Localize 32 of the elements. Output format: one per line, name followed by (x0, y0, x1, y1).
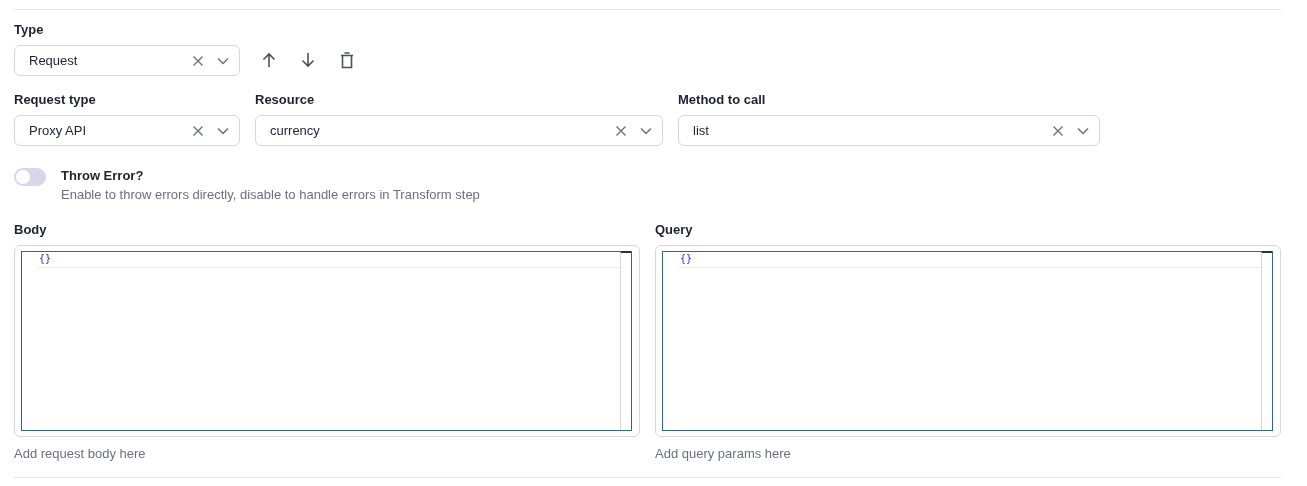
select-field[interactable]: list (678, 115, 1100, 146)
field-label: Method to call (678, 92, 767, 107)
help-text: Add request body here (14, 446, 147, 461)
clear-icon[interactable] (615, 124, 627, 137)
code-line: {} (38, 252, 620, 268)
code-editor[interactable]: {} (14, 245, 640, 437)
clear-icon[interactable] (192, 124, 204, 137)
select-field[interactable]: Proxy API (14, 115, 240, 146)
arrow-up-icon[interactable] (262, 52, 276, 68)
clear-icon[interactable] (192, 54, 204, 67)
code-line: {} (679, 252, 1261, 268)
scrollbar[interactable] (620, 251, 631, 430)
trash-icon[interactable] (340, 52, 354, 69)
field-label: Query (655, 222, 694, 237)
chevron-down-icon[interactable] (640, 126, 652, 135)
help-text: Add query params here (655, 446, 792, 461)
field-label: Resource (255, 92, 316, 107)
chevron-down-icon[interactable] (217, 56, 229, 65)
field-label: Type (14, 22, 45, 37)
select-field[interactable]: currency (255, 115, 663, 146)
code-editor[interactable]: {} (655, 245, 1281, 437)
chevron-down-icon[interactable] (1077, 126, 1089, 135)
toggle-switch[interactable] (14, 168, 46, 186)
field-label: Request type (14, 92, 97, 107)
arrow-down-icon[interactable] (301, 52, 315, 68)
toggle-description: Enable to throw errors directly, disable to handle errors in Transform step (61, 187, 480, 202)
select-field[interactable]: Request (14, 45, 240, 76)
field-label: Body (14, 222, 48, 237)
scrollbar[interactable] (1261, 251, 1272, 430)
chevron-down-icon[interactable] (217, 126, 229, 135)
toggle-label: Throw Error? (61, 168, 145, 183)
clear-icon[interactable] (1052, 124, 1064, 137)
